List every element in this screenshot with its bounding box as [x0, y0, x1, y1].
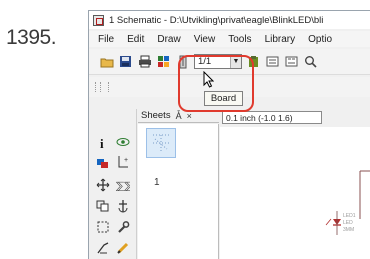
menu-bar: File Edit Draw View Tools Library Optio	[89, 31, 370, 47]
menu-view[interactable]: View	[194, 34, 216, 45]
menu-tools[interactable]: Tools	[228, 34, 251, 45]
schematic-drawing: LED1 LED 3MM	[325, 170, 370, 235]
svg-text:+: +	[124, 157, 128, 164]
svg-text:i: i	[100, 136, 104, 150]
command-toolbar: i + ⅀⅀	[89, 109, 137, 259]
svg-text:⅀⅀: ⅀⅀	[116, 181, 130, 192]
script-icon[interactable]	[265, 54, 280, 69]
pin-icon[interactable]: Ǡ	[176, 111, 182, 121]
copy-icon[interactable]	[96, 199, 110, 213]
print-icon[interactable]	[137, 54, 152, 69]
menu-options[interactable]: Optio	[308, 34, 332, 45]
group-select-icon[interactable]	[96, 220, 110, 234]
title-bar: 1 Schematic - D:\Utvikling\privat\eagle\…	[89, 11, 370, 29]
menu-library[interactable]: Library	[265, 34, 296, 45]
ulp-icon[interactable]	[284, 54, 299, 69]
display-layers-icon[interactable]	[96, 156, 110, 170]
schematic-canvas[interactable]: LED1 LED 3MM	[220, 127, 370, 259]
eagle-schematic-window: 1 Schematic - D:\Utvikling\privat\eagle\…	[88, 10, 370, 259]
mirror-icon[interactable]: ⅀⅀	[116, 178, 132, 192]
sheet-number: 1	[154, 177, 160, 188]
svg-text:LED1: LED1	[343, 213, 356, 219]
board-tooltip: Board	[204, 91, 243, 106]
menu-file[interactable]: File	[98, 34, 114, 45]
svg-text:3MM: 3MM	[343, 227, 354, 233]
rotate-icon[interactable]	[116, 199, 130, 213]
close-icon[interactable]: ×	[187, 111, 192, 121]
move-icon[interactable]	[96, 178, 110, 192]
zoom-icon[interactable]	[303, 54, 318, 69]
paste-icon[interactable]	[96, 241, 110, 255]
info-icon[interactable]: i	[96, 136, 110, 151]
toolbar-grip-handle[interactable]	[95, 82, 109, 92]
window-title: 1 Schematic - D:\Utvikling\privat\eagle\…	[109, 14, 324, 26]
show-eye-icon[interactable]	[116, 135, 130, 149]
menu-edit[interactable]: Edit	[127, 34, 144, 45]
step-number: 1395.	[6, 26, 57, 49]
svg-text:LED: LED	[343, 220, 353, 226]
coordinate-readout: 0.1 inch (-1.0 1.6)	[222, 111, 322, 124]
mark-icon[interactable]: +	[116, 154, 130, 168]
menu-draw[interactable]: Draw	[157, 34, 180, 45]
sheets-panel: 1	[138, 124, 219, 259]
change-wrench-icon[interactable]	[116, 220, 130, 234]
mouse-pointer-icon	[203, 70, 215, 93]
delete-icon[interactable]	[116, 241, 130, 255]
sheets-label: Sheets	[141, 110, 171, 121]
save-icon[interactable]	[118, 54, 133, 69]
open-folder-icon[interactable]	[99, 54, 114, 69]
schematic-app-icon	[93, 14, 104, 26]
cam-processor-icon[interactable]	[156, 54, 171, 69]
sheet-thumbnail[interactable]	[146, 128, 176, 158]
